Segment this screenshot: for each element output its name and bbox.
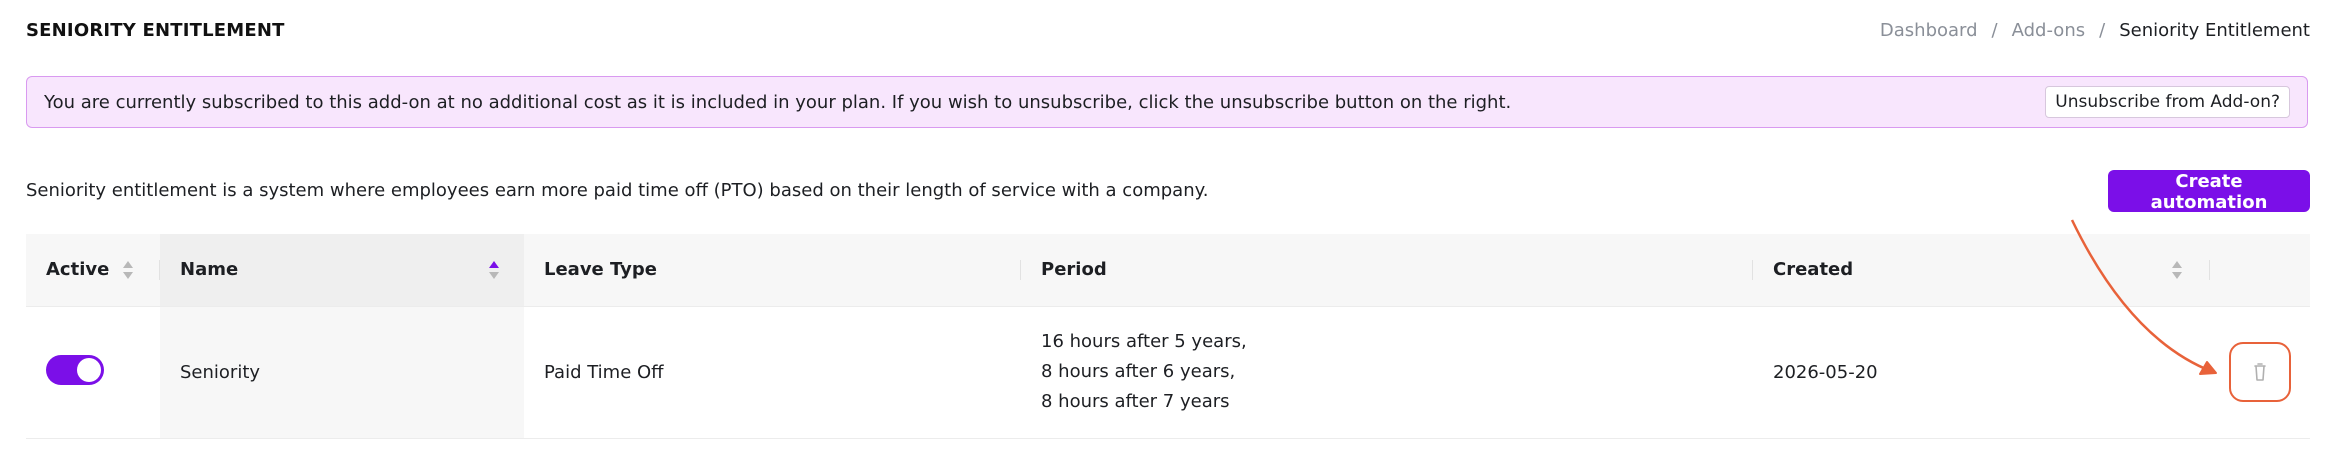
notice-text: You are currently subscribed to this add…: [44, 91, 1512, 113]
breadcrumb-dashboard[interactable]: Dashboard: [1880, 20, 1978, 41]
period-line: 8 hours after 6 years,: [1041, 361, 1236, 382]
created-cell: 2026-05-20: [1753, 306, 2210, 439]
table-header-row: Active Name Leave Type Period Created: [26, 234, 2310, 307]
column-header-label: Period: [1041, 259, 1107, 281]
actions-cell: [2210, 306, 2310, 439]
column-header-created[interactable]: Created: [1753, 234, 2210, 307]
unsubscribe-button[interactable]: Unsubscribe from Add-on?: [2045, 86, 2290, 118]
sort-icon[interactable]: [2171, 259, 2183, 281]
sort-ascending-icon[interactable]: [488, 259, 500, 281]
breadcrumb: Dashboard / Add-ons / Seniority Entitlem…: [1880, 20, 2310, 41]
description-text: Seniority entitlement is a system where …: [26, 180, 1209, 201]
table-row: Seniority Paid Time Off 16 hours after 5…: [26, 306, 2310, 439]
trash-icon: [2254, 362, 2266, 381]
breadcrumb-current: Seniority Entitlement: [2119, 20, 2310, 41]
column-header-label: Created: [1773, 259, 1854, 281]
breadcrumb-separator: /: [2099, 20, 2106, 41]
breadcrumb-add-ons[interactable]: Add-ons: [2012, 20, 2085, 41]
create-automation-button[interactable]: Create automation: [2108, 170, 2310, 213]
subscription-notice: You are currently subscribed to this add…: [26, 76, 2308, 128]
period-line: 8 hours after 7 years: [1041, 391, 1230, 412]
column-header-leave-type: Leave Type: [524, 234, 1021, 307]
page-title: SENIORITY ENTITLEMENT: [26, 20, 285, 41]
period-line: 16 hours after 5 years,: [1041, 331, 1247, 352]
column-header-period: Period: [1021, 234, 1753, 307]
period-cell: 16 hours after 5 years, 8 hours after 6 …: [1021, 306, 1753, 439]
automations-table: Active Name Leave Type Period Created Se…: [26, 234, 2310, 439]
sort-icon[interactable]: [122, 259, 134, 281]
toggle-knob: [77, 357, 101, 382]
active-toggle[interactable]: [46, 354, 104, 385]
delete-highlight: [2229, 341, 2291, 402]
column-header-label: Leave Type: [544, 259, 658, 281]
column-header-active[interactable]: Active: [26, 234, 160, 307]
breadcrumb-separator: /: [1991, 20, 1998, 41]
delete-button[interactable]: [2247, 358, 2273, 385]
column-header-label: Active: [46, 259, 110, 281]
name-cell: Seniority: [160, 306, 524, 439]
active-cell: [26, 306, 160, 439]
column-header-label: Name: [180, 259, 239, 281]
column-header-name[interactable]: Name: [160, 234, 524, 307]
leave-type-cell: Paid Time Off: [524, 306, 1021, 439]
column-header-actions: [2210, 234, 2310, 307]
